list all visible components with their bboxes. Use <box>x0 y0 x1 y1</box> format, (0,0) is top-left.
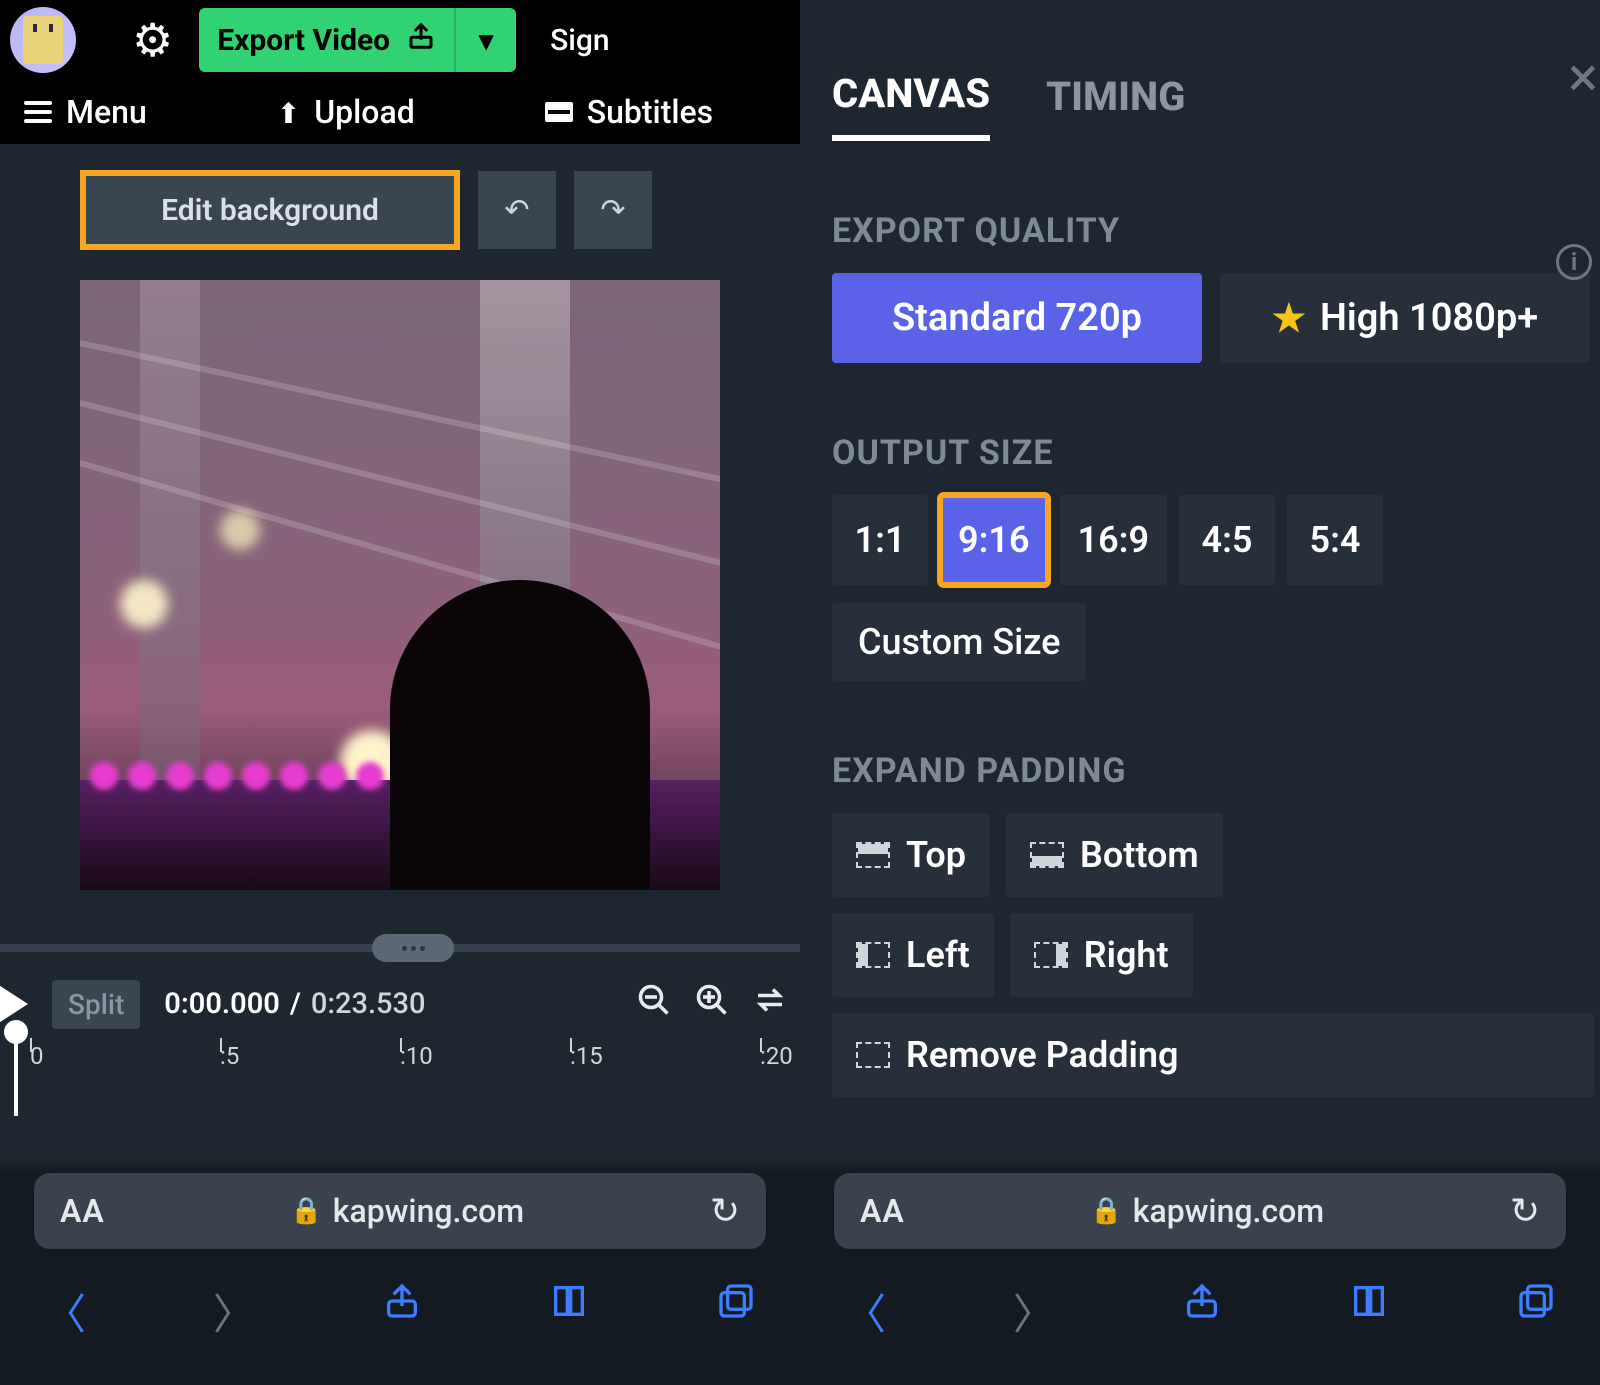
browser-tabs-button-right[interactable] <box>1516 1281 1556 1342</box>
pad-bottom-button[interactable]: Bottom <box>1006 813 1223 897</box>
browser-share-button-right[interactable] <box>1182 1281 1222 1342</box>
ruler-tick-15: :15 <box>570 1042 603 1070</box>
edit-row: Edit background ↶ ↷ <box>0 144 800 270</box>
custom-size-button[interactable]: Custom Size <box>832 603 1086 681</box>
remove-padding-icon <box>856 1042 890 1068</box>
reload-button-right[interactable]: ↻ <box>1510 1190 1540 1232</box>
zoom-out-button[interactable] <box>636 982 672 1027</box>
zoom-in-button[interactable] <box>694 982 730 1027</box>
undo-button[interactable]: ↶ <box>478 171 556 249</box>
playhead[interactable] <box>4 1020 28 1044</box>
undo-icon: ↶ <box>504 193 529 228</box>
lock-icon-right: 🔒 <box>1090 1196 1122 1226</box>
upload-icon <box>277 93 300 131</box>
browser-chrome-right: AA 🔒 kapwing.com ↻ 〈 〉 <box>800 1159 1600 1385</box>
export-label: Export Video <box>217 23 390 58</box>
split-button[interactable]: Split <box>52 980 140 1029</box>
text-size-button-right[interactable]: AA <box>860 1192 905 1230</box>
canvas-settings-pane: × CANVAS TIMING EXPORT QUALITY i Standar… <box>800 0 1600 1385</box>
quality-high-button[interactable]: ★ High 1080p+ <box>1220 273 1590 363</box>
video-preview[interactable] <box>80 280 720 890</box>
browser-bookmarks-button[interactable] <box>549 1281 589 1342</box>
upload-button[interactable]: Upload <box>277 93 415 131</box>
export-quality-label: EXPORT QUALITY <box>832 211 1594 251</box>
output-size-label: OUTPUT SIZE <box>832 433 1594 473</box>
swap-button[interactable] <box>752 982 788 1027</box>
pad-left-icon <box>856 942 890 968</box>
time-current: 0:00.000 <box>164 987 280 1021</box>
remove-padding-button[interactable]: Remove Padding <box>832 1013 1594 1097</box>
share-icon <box>406 21 436 59</box>
quality-standard-button[interactable]: Standard 720p <box>832 273 1202 363</box>
pad-top-button[interactable]: Top <box>832 813 990 897</box>
url-display-right: 🔒 kapwing.com <box>905 1192 1510 1230</box>
subtitles-label: Subtitles <box>587 93 713 131</box>
tab-canvas[interactable]: CANVAS <box>832 70 990 141</box>
export-caret-button[interactable]: ▾ <box>456 8 516 72</box>
ruler-tick-5: :5 <box>220 1042 239 1070</box>
time-sep: / <box>290 987 301 1021</box>
expand-padding-label: EXPAND PADDING <box>832 751 1594 791</box>
settings-gear-icon[interactable]: ⚙ <box>132 13 173 68</box>
size-5-4[interactable]: 5:4 <box>1287 495 1383 585</box>
pad-right-button[interactable]: Right <box>1010 913 1193 997</box>
pad-right-icon <box>1034 942 1068 968</box>
menu-button[interactable]: Menu <box>24 93 147 131</box>
sign-in-link[interactable]: Sign <box>550 23 610 58</box>
redo-button[interactable]: ↷ <box>574 171 652 249</box>
pad-bottom-icon <box>1030 842 1064 868</box>
size-16-9[interactable]: 16:9 <box>1060 495 1168 585</box>
lock-icon: 🔒 <box>290 1196 322 1226</box>
menu-label: Menu <box>66 93 147 131</box>
time-duration: 0:23.530 <box>311 987 426 1021</box>
browser-forward-button[interactable]: 〉 <box>213 1281 255 1342</box>
tab-timing[interactable]: TIMING <box>1046 73 1185 138</box>
close-panel-button[interactable]: × <box>1568 44 1598 110</box>
size-4-5[interactable]: 4:5 <box>1179 495 1275 585</box>
browser-chrome-left: AA 🔒 kapwing.com ↻ 〈 〉 <box>0 1159 800 1385</box>
pad-left-button[interactable]: Left <box>832 913 994 997</box>
upload-label: Upload <box>314 93 415 131</box>
ruler-tick-20: :20 <box>760 1042 793 1070</box>
text-size-button[interactable]: AA <box>60 1192 105 1230</box>
pad-top-icon <box>856 842 890 868</box>
scrub-handle[interactable] <box>372 934 454 962</box>
edit-background-button[interactable]: Edit background <box>80 170 460 250</box>
reload-button[interactable]: ↻ <box>710 1190 740 1232</box>
ruler-tick-0: 0 <box>30 1042 44 1070</box>
editor-pane: ⚙ Export Video ▾ Sign Menu <box>0 0 800 1385</box>
export-video-button[interactable]: Export Video ▾ <box>199 8 516 72</box>
scrub-bar[interactable] <box>0 930 800 966</box>
browser-back-button-right[interactable]: 〈 <box>844 1281 886 1342</box>
subtitles-button[interactable]: Subtitles <box>545 93 713 131</box>
timecode: 0:00.000 / 0:23.530 <box>164 987 425 1021</box>
size-9-16[interactable]: 9:16 <box>940 495 1048 585</box>
playback-controls: Split 0:00.000 / 0:23.530 <box>0 966 800 1036</box>
avatar[interactable] <box>10 7 76 73</box>
browser-tabs-button[interactable] <box>716 1281 756 1342</box>
browser-share-button[interactable] <box>382 1281 422 1342</box>
top-bar: ⚙ Export Video ▾ Sign <box>0 0 800 80</box>
size-1-1[interactable]: 1:1 <box>832 495 928 585</box>
address-bar-right[interactable]: AA 🔒 kapwing.com ↻ <box>834 1173 1566 1249</box>
redo-icon: ↷ <box>600 193 625 228</box>
browser-bookmarks-button-right[interactable] <box>1349 1281 1389 1342</box>
info-icon[interactable]: i <box>1556 244 1592 280</box>
timeline-ruler[interactable]: 0 :5 :10 :15 :20 <box>0 1042 800 1092</box>
star-icon: ★ <box>1272 296 1306 341</box>
url-display: 🔒 kapwing.com <box>105 1192 710 1230</box>
hamburger-icon <box>24 101 52 123</box>
subtitles-icon <box>545 102 573 122</box>
address-bar[interactable]: AA 🔒 kapwing.com ↻ <box>34 1173 766 1249</box>
browser-forward-button-right[interactable]: 〉 <box>1013 1281 1055 1342</box>
ruler-tick-10: :10 <box>400 1042 433 1070</box>
chevron-down-icon: ▾ <box>479 24 493 57</box>
menu-bar: Menu Upload Subtitles <box>0 80 800 144</box>
browser-back-button[interactable]: 〈 <box>44 1281 86 1342</box>
settings-tabs: CANVAS TIMING <box>832 70 1594 141</box>
